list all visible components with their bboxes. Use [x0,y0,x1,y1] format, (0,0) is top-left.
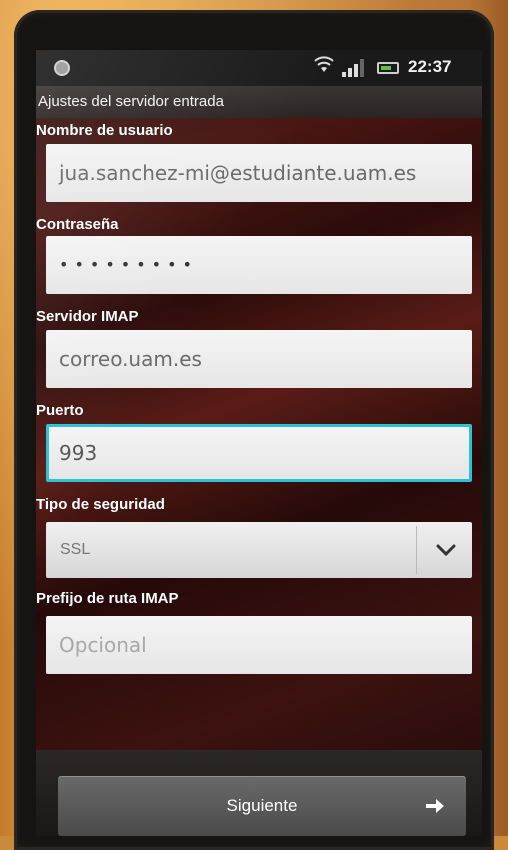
battery-icon [377,62,399,74]
status-bar: 22:37 [36,50,482,86]
imap-prefix-field[interactable]: Opcional [46,616,472,674]
page-title: Ajustes del servidor entrada [36,86,482,118]
security-type-value: SSL [60,541,91,558]
password-label: Contraseña [36,216,119,233]
imap-server-label: Servidor IMAP [36,308,139,325]
security-type-select[interactable]: SSL [46,522,472,578]
signal-icon [342,59,364,77]
password-field[interactable]: ••••••••• [46,236,472,294]
username-label: Nombre de usuario [36,122,173,139]
arrow-right-icon [424,796,446,816]
status-time: 22:37 [408,57,452,76]
security-type-label: Tipo de seguridad [36,496,165,513]
port-label: Puerto [36,402,84,419]
chevron-down-icon[interactable] [434,538,458,562]
imap-server-field[interactable]: correo.uam.es [46,330,472,388]
select-divider [416,526,417,574]
app-notification-icon [54,60,70,76]
port-field[interactable]: 993 [46,424,472,482]
wifi-icon [314,56,334,79]
username-field[interactable]: jua.sanchez-mi@estudiante.uam.es [46,144,472,202]
next-button-label: Siguiente [226,796,298,815]
imap-prefix-label: Prefijo de ruta IMAP [36,590,179,607]
phone-screen: 22:37 Ajustes del servidor entrada Nombr… [36,50,482,836]
next-button[interactable]: Siguiente [58,776,466,836]
